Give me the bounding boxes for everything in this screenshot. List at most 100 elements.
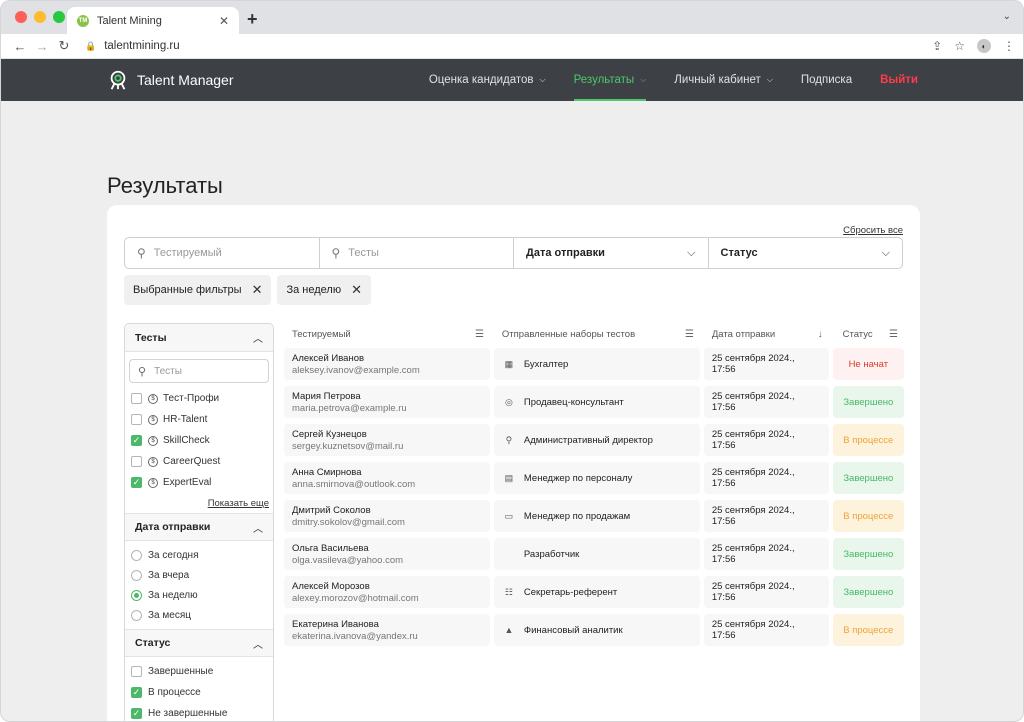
th-date[interactable]: Дата отправки ↓ (704, 329, 829, 340)
cell-test-set[interactable]: ▤ Менеджер по персоналу (493, 462, 700, 494)
date-filter-option[interactable]: За неделю (125, 585, 273, 605)
menu-item-account[interactable]: Личный кабинет ⌵ (660, 59, 787, 101)
radio-button[interactable] (131, 569, 142, 581)
chip-week[interactable]: За неделю ✕ (277, 275, 371, 305)
cell-test-set[interactable]: ▲ Финансовый аналитик (493, 614, 700, 646)
cell-tested[interactable]: Мария Петрова maria.petrova@example.ru (284, 386, 490, 418)
browser-tab[interactable]: TM Talent Mining ✕ (67, 7, 239, 34)
cell-tested[interactable]: Алексей Иванов aleksey.ivanov@example.co… (284, 348, 490, 380)
cell-test-set[interactable]: ◎ Продавец-консультант (493, 386, 700, 418)
table-row[interactable]: Дмитрий Соколов dmitry.sokolov@gmail.com… (284, 497, 904, 535)
th-tests[interactable]: Отправленные наборы тестов ☰ (494, 329, 700, 340)
test-filter-item[interactable]: $ HR-Talent (125, 409, 273, 430)
share-icon[interactable]: ⇪ (932, 39, 942, 53)
filter-icon[interactable]: ☰ (889, 329, 898, 340)
tab-search-chevron-icon[interactable]: ⌄ (1003, 11, 1011, 22)
cell-tested[interactable]: Дмитрий Соколов dmitry.sokolov@gmail.com (284, 500, 490, 532)
cell-tested[interactable]: Ольга Васильева olga.vasileva@yahoo.com (284, 538, 490, 570)
placeholder: Тесты (348, 247, 379, 259)
cell-test-set[interactable]: ⚲ Административный директор (493, 424, 700, 456)
minimize-window-button[interactable] (34, 11, 46, 23)
cell-tested[interactable]: Алексей Морозов alexey.morozov@hotmail.c… (284, 576, 490, 608)
cell-tested[interactable]: Сергей Кузнецов sergey.kuznetsov@mail.ru (284, 424, 490, 456)
sort-icon[interactable]: ↓ (818, 329, 823, 340)
logout-link[interactable]: Выйти (866, 59, 918, 101)
tests-section-header[interactable]: Тесты ︿ (125, 324, 273, 352)
candidate-name: Алексей Иванов (292, 352, 365, 364)
status-badge: Завершено (832, 462, 904, 494)
table-row[interactable]: Сергей Кузнецов sergey.kuznetsov@mail.ru… (284, 421, 904, 459)
forward-icon[interactable]: → (31, 39, 53, 54)
checkbox[interactable] (131, 393, 142, 404)
test-set-name: Бухгалтер (523, 358, 569, 370)
checkbox[interactable] (131, 414, 142, 425)
cell-test-set[interactable]: ▦ Бухгалтер (493, 348, 700, 380)
date-filter-option[interactable]: За вчера (125, 565, 273, 585)
table-row[interactable]: Алексей Иванов aleksey.ivanov@example.co… (284, 345, 904, 383)
menu-item-candidates[interactable]: Оценка кандидатов ⌵ (415, 59, 560, 101)
menu-label: Выйти (880, 74, 918, 86)
status-filter-item[interactable]: ✓ Не завершенные (125, 703, 273, 721)
close-tab-icon[interactable]: ✕ (219, 14, 229, 28)
back-icon[interactable]: ← (9, 39, 31, 54)
checkbox[interactable]: ✓ (131, 477, 142, 488)
menu-item-subscription[interactable]: Подписка (787, 59, 866, 101)
date-select[interactable]: Дата отправки ⌵ (514, 238, 709, 268)
filter-icon[interactable]: ☰ (475, 329, 484, 340)
cell-date: 25 сентября 2024., 17:56 (703, 500, 829, 532)
sidebar-tests-search[interactable]: ⚲ Тесты (129, 359, 269, 383)
table-row[interactable]: Екатерина Иванова ekaterina.ivanova@yand… (284, 611, 904, 649)
checkbox[interactable]: ✓ (131, 435, 142, 446)
cell-test-set[interactable]: Разработчик (493, 538, 700, 570)
date-filter-option[interactable]: За месяц (125, 605, 273, 625)
radio-button[interactable] (131, 589, 142, 601)
date-option-label: За неделю (148, 589, 198, 601)
reload-icon[interactable]: ↻ (53, 38, 75, 54)
checkbox[interactable]: ✓ (131, 687, 142, 698)
url-field[interactable]: 🔒 talentmining.ru (85, 40, 932, 52)
table-row[interactable]: Алексей Морозов alexey.morozov@hotmail.c… (284, 573, 904, 611)
date-section-header[interactable]: Дата отправки ︿ (125, 513, 273, 541)
test-filter-item[interactable]: $ CareerQuest (125, 451, 273, 472)
new-tab-icon[interactable]: + (247, 9, 258, 30)
close-icon[interactable]: ✕ (351, 282, 362, 298)
date-filter-option[interactable]: За сегодня (125, 545, 273, 565)
close-window-button[interactable] (15, 11, 27, 23)
status-filter-item[interactable]: ✓ В процессе (125, 682, 273, 703)
maximize-window-button[interactable] (53, 11, 65, 23)
status-section-header[interactable]: Статус ︿ (125, 629, 273, 657)
radio-button[interactable] (131, 609, 142, 621)
test-filter-item[interactable]: $ Тест-Профи (125, 388, 273, 409)
menu-dots-icon[interactable]: ⋮ (1003, 39, 1015, 53)
test-filter-item[interactable]: ✓ $ SkillCheck (125, 430, 273, 451)
th-tested[interactable]: Тестируемый ☰ (284, 329, 490, 340)
table-row[interactable]: Мария Петрова maria.petrova@example.ru ◎… (284, 383, 904, 421)
chip-selected-filters[interactable]: Выбранные фильтры ✕ (124, 275, 272, 305)
checkbox[interactable] (131, 456, 142, 467)
table-row[interactable]: Ольга Васильева olga.vasileva@yahoo.com … (284, 535, 904, 573)
table-row[interactable]: Анна Смирнова anna.smirnova@outlook.com … (284, 459, 904, 497)
show-more-link[interactable]: Показать еще (125, 493, 273, 513)
cell-test-set[interactable]: ▭ Менеджер по продажам (493, 500, 700, 532)
test-filter-item[interactable]: ✓ $ ExpertEval (125, 472, 273, 493)
th-status[interactable]: Статус ☰ (833, 329, 904, 340)
radio-button[interactable] (131, 549, 142, 561)
filter-icon[interactable]: ☰ (685, 329, 694, 340)
status-filter-item[interactable]: Завершенные (125, 661, 273, 682)
bookmark-star-icon[interactable]: ☆ (954, 39, 965, 53)
site-logo[interactable]: Talent Manager (107, 69, 234, 91)
tests-search-input[interactable]: ⚲ Тесты (320, 238, 514, 268)
search-icon: ⚲ (137, 246, 146, 260)
cell-tested[interactable]: Екатерина Иванова ekaterina.ivanova@yand… (284, 614, 490, 646)
cell-tested[interactable]: Анна Смирнова anna.smirnova@outlook.com (284, 462, 490, 494)
checkbox[interactable]: ✓ (131, 708, 142, 719)
status-select[interactable]: Статус ⌵ (709, 238, 903, 268)
menu-item-results[interactable]: Результаты ⌵ (560, 59, 661, 101)
profile-avatar-icon[interactable]: ◐ (977, 39, 991, 53)
cell-test-set[interactable]: ☷ Секретарь-референт (493, 576, 700, 608)
coin-icon: ◎ (504, 396, 513, 407)
checkbox[interactable] (131, 666, 142, 677)
reset-all-link[interactable]: Сбросить все (843, 225, 903, 236)
close-icon[interactable]: ✕ (252, 282, 263, 298)
tested-search-input[interactable]: ⚲ Тестируемый (125, 238, 320, 268)
